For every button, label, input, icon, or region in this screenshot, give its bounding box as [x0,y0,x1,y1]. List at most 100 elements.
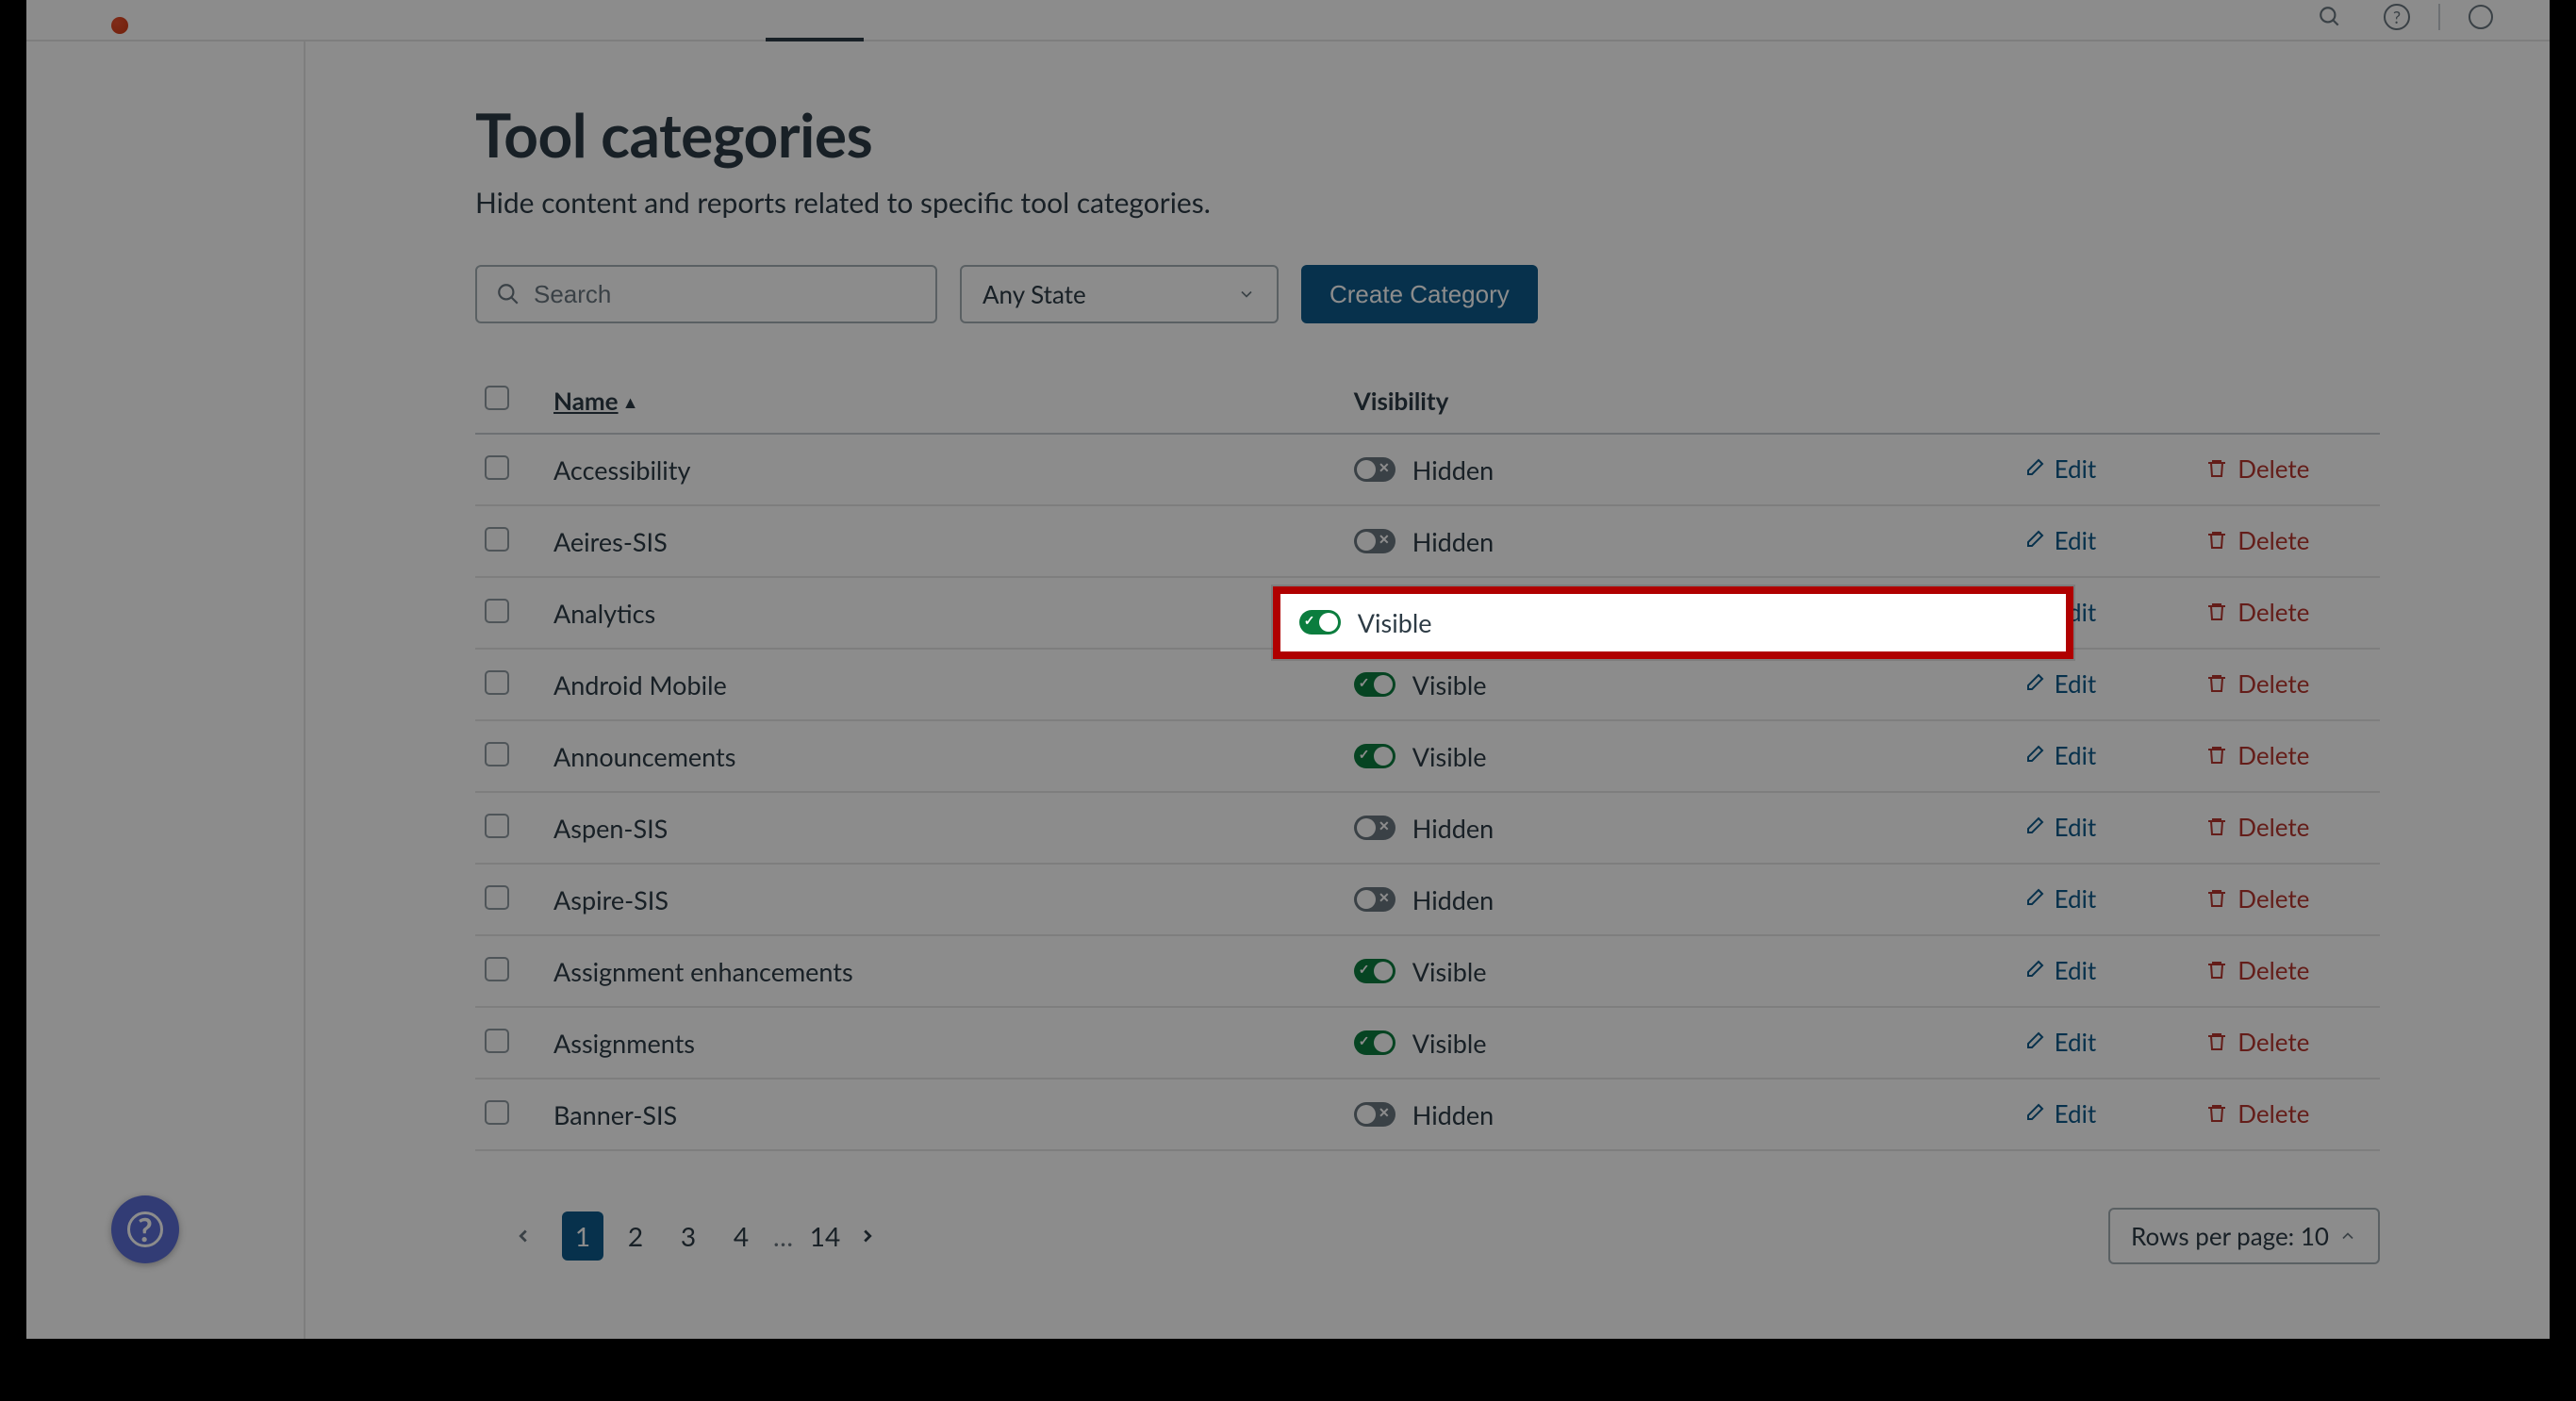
row-checkbox[interactable] [485,957,509,981]
table-row: AnnouncementsVisibleEditDelete [475,720,2380,792]
row-checkbox[interactable] [485,1100,509,1125]
topbar-divider [2438,4,2440,30]
delete-button[interactable]: Delete [2205,453,2309,484]
create-category-button[interactable]: Create Category [1301,265,1538,323]
question-icon: ? [127,1211,163,1247]
help-fab-button[interactable]: ? [111,1195,179,1263]
search-field[interactable] [475,265,937,323]
visibility-toggle[interactable] [1299,610,1341,635]
table-row: Aspen-SIS Hidden Edit Delete [475,792,2380,864]
edit-button[interactable]: Edit [2023,525,2097,555]
delete-button[interactable]: Delete [2205,1098,2309,1129]
topbar-profile-icon[interactable] [2469,5,2493,29]
delete-button[interactable]: Delete [2205,955,2309,985]
pagination-page[interactable]: 14 [804,1211,846,1261]
pagination: 1234…14 [513,1211,895,1261]
row-checkbox[interactable] [485,527,509,552]
table-row: Assignment enhancementsVisibleEditDelete [475,935,2380,1007]
select-all-checkbox[interactable] [485,386,509,410]
trash-icon [2205,529,2228,552]
search-icon [496,282,520,306]
visibility-toggle[interactable] [1354,457,1395,482]
page-subtitle: Hide content and reports related to spec… [475,186,2380,220]
row-checkbox[interactable] [485,742,509,766]
topbar-search-icon[interactable] [2318,5,2355,29]
delete-button[interactable]: Delete [2205,525,2309,555]
visibility-toggle[interactable] [1354,1102,1395,1127]
column-header-visibility: Visibility [1279,372,2013,434]
main-content: Tool categories Hide content and reports… [305,41,2550,1339]
topbar: ? [26,0,2550,41]
table-row: Aeires-SISHiddenEditDelete [475,505,2380,577]
visibility-toggle[interactable] [1354,816,1395,840]
categories-table: Name▲ Visibility Accessibility Hidden Edit… [475,372,2380,1151]
trash-icon [2205,1102,2228,1125]
page-title: Tool categories [475,98,2380,171]
sidebar [26,41,305,1339]
visibility-label: Visible [1412,669,1487,700]
edit-button[interactable]: Edit [2023,668,2097,699]
pencil-icon [2023,457,2045,480]
row-checkbox[interactable] [485,814,509,838]
edit-button[interactable]: Edit [2023,740,2097,770]
edit-button[interactable]: Edit [2023,453,2097,484]
visibility-toggle[interactable] [1354,1030,1395,1055]
row-name: Accessibility [544,434,1279,505]
table-row: Android MobileVisibleEditDelete [475,649,2380,720]
row-name: Banner-SIS [544,1079,1279,1150]
pagination-next[interactable] [857,1226,895,1246]
pagination-page[interactable]: 4 [720,1211,762,1261]
visibility-toggle[interactable] [1354,887,1395,912]
table-row: AssignmentsVisibleEditDelete [475,1007,2380,1079]
delete-button[interactable]: Delete [2205,740,2309,770]
state-filter-select[interactable]: Any State [960,265,1279,323]
column-header-name[interactable]: Name▲ [544,372,1279,434]
row-checkbox[interactable] [485,1029,509,1053]
edit-button[interactable]: Edit [2023,1027,2097,1057]
row-name: Aeires-SIS [544,505,1279,577]
edit-button[interactable]: Edit [2023,812,2097,842]
pencil-icon [2023,816,2045,838]
table-row: Banner-SISHiddenEditDelete [475,1079,2380,1150]
chevron-up-icon [2338,1227,2357,1245]
row-checkbox[interactable] [485,455,509,480]
visibility-toggle[interactable] [1354,672,1395,697]
row-name: Analytics [544,577,1279,649]
row-name: Announcements [544,720,1279,792]
table-row: Aspire-SISHiddenEditDelete [475,864,2380,935]
pagination-prev[interactable] [513,1226,551,1246]
chevron-down-icon [1237,285,1256,304]
pagination-page[interactable]: 2 [615,1211,656,1261]
trash-icon [2205,744,2228,766]
pencil-icon [2023,959,2045,981]
delete-button[interactable]: Delete [2205,597,2309,627]
pencil-icon [2023,744,2045,766]
delete-button[interactable]: Delete [2205,812,2309,842]
row-checkbox[interactable] [485,599,509,623]
tutorial-highlight: Visible [1273,586,2073,659]
pagination-page[interactable]: 1 [562,1211,603,1261]
pencil-icon [2023,1102,2045,1125]
rows-per-page-select[interactable]: Rows per page: 10 [2108,1208,2380,1264]
edit-button[interactable]: Edit [2023,955,2097,985]
topbar-help-icon[interactable]: ? [2384,4,2410,30]
row-name: Aspen-SIS [544,792,1279,864]
search-input[interactable] [534,280,916,309]
pagination-page[interactable]: 3 [668,1211,709,1261]
visibility-toggle[interactable] [1354,744,1395,768]
visibility-toggle[interactable] [1354,959,1395,983]
pencil-icon [2023,1030,2045,1053]
rows-per-page-label: Rows per page: 10 [2131,1221,2329,1251]
visibility-label: Hidden [1412,813,1494,844]
edit-button[interactable]: Edit [2023,883,2097,914]
delete-button[interactable]: Delete [2205,883,2309,914]
row-checkbox[interactable] [485,670,509,695]
pencil-icon [2023,887,2045,910]
trash-icon [2205,1030,2228,1053]
row-checkbox[interactable] [485,885,509,910]
chevron-left-icon [513,1226,534,1246]
delete-button[interactable]: Delete [2205,668,2309,699]
delete-button[interactable]: Delete [2205,1027,2309,1057]
visibility-toggle[interactable] [1354,529,1395,553]
edit-button[interactable]: Edit [2023,1098,2097,1129]
